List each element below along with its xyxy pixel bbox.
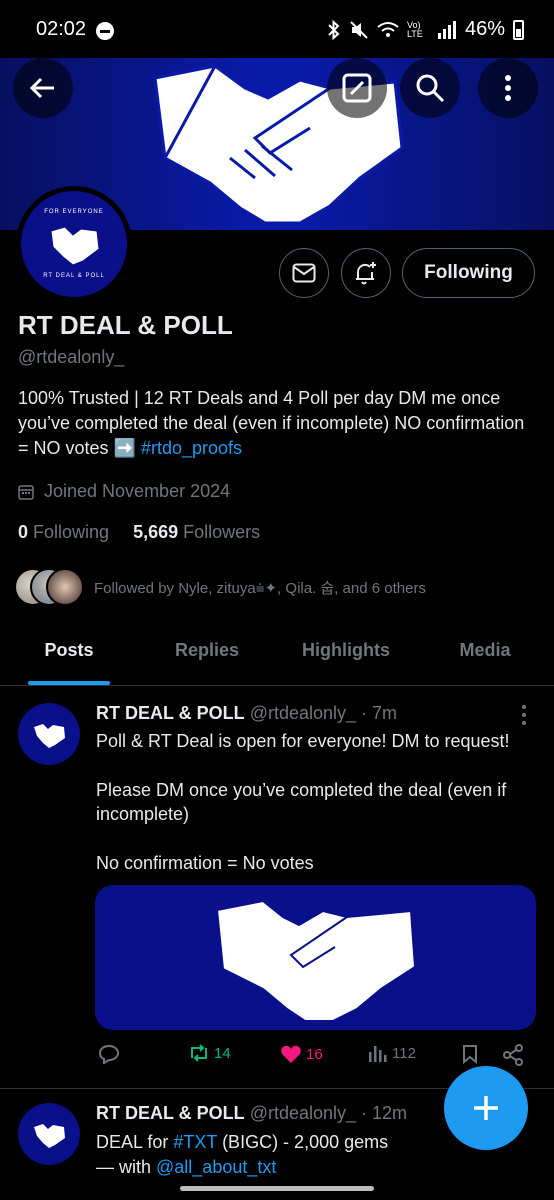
reply-button[interactable] bbox=[98, 1044, 120, 1064]
retweet-button[interactable]: 14 bbox=[188, 1044, 231, 1062]
share-icon bbox=[503, 1044, 523, 1066]
follow-stats: 0 Following 5,669 Followers bbox=[18, 522, 260, 543]
like-button[interactable]: 16 bbox=[280, 1044, 323, 1064]
bookmark-icon bbox=[463, 1045, 477, 1064]
edit-icon bbox=[342, 73, 372, 103]
heart-icon bbox=[281, 1045, 301, 1063]
post-meta: @rtdealonly_ · 7m bbox=[249, 703, 398, 723]
bio-text: 100% Trusted | 12 RT Deals and 4 Poll pe… bbox=[18, 388, 525, 458]
followers-count: 5,669 bbox=[133, 522, 179, 542]
post-meta: @rtdealonly_ · 12m bbox=[249, 1103, 408, 1123]
status-bar: 02:02 Vo) LTE 46% bbox=[0, 0, 554, 58]
avatar-bottom-text: RT DEAL & POLL bbox=[43, 273, 105, 279]
post-body: Poll & RT Deal is open for everyone! DM … bbox=[96, 729, 536, 875]
tab-replies[interactable]: Replies bbox=[138, 628, 276, 685]
battery-percent: 46% bbox=[464, 18, 505, 40]
post-text-line: Poll & RT Deal is open for everyone! DM … bbox=[96, 731, 510, 751]
more-options-button[interactable] bbox=[478, 58, 538, 118]
followed-by-row[interactable]: Followed by Nyle, zituya⩧✦, Qila. 숩, and… bbox=[14, 568, 426, 606]
back-arrow-icon bbox=[29, 77, 54, 99]
bookmark-button[interactable] bbox=[462, 1044, 478, 1064]
bell-plus-icon bbox=[356, 262, 376, 285]
following-stat[interactable]: 0 Following bbox=[18, 522, 109, 543]
status-time: 02:02 bbox=[36, 18, 87, 40]
post-text-line: No confirmation = No votes bbox=[96, 852, 314, 873]
post-author-name[interactable]: RT DEAL & POLL bbox=[96, 703, 245, 723]
mute-icon bbox=[350, 20, 368, 39]
following-count: 0 bbox=[18, 522, 29, 542]
tab-media[interactable]: Media bbox=[416, 628, 554, 685]
compose-button[interactable] bbox=[444, 1066, 528, 1150]
follower-avatars bbox=[14, 568, 84, 606]
status-icons: Vo) LTE 46% bbox=[327, 18, 524, 41]
joined-text: Joined November 2024 bbox=[44, 481, 231, 501]
handshake-icon bbox=[50, 226, 100, 266]
following-label: Following bbox=[33, 522, 110, 542]
share-button[interactable] bbox=[502, 1044, 524, 1066]
following-button[interactable]: Following bbox=[402, 248, 535, 298]
tab-highlights[interactable]: Highlights bbox=[276, 628, 416, 685]
retweet-icon bbox=[191, 1044, 207, 1062]
mention-link[interactable]: @all_about_txt bbox=[156, 1157, 276, 1177]
post-header: RT DEAL & POLL @rtdealonly_ · 12m bbox=[96, 1103, 407, 1124]
post-text-line: Please DM once you’ve completed the deal… bbox=[96, 779, 507, 825]
views-icon bbox=[369, 1046, 387, 1062]
reply-icon bbox=[98, 1044, 120, 1064]
profile-name: RT DEAL & POLL bbox=[18, 310, 233, 340]
hashtag-link[interactable]: #TXT bbox=[173, 1132, 217, 1152]
post-text-line: DEAL for #TXT (BIGC) - 2,000 gems bbox=[96, 1130, 436, 1155]
back-button[interactable] bbox=[13, 58, 73, 118]
plus-icon bbox=[474, 1096, 498, 1120]
message-button[interactable] bbox=[279, 248, 329, 298]
battery-icon bbox=[513, 19, 524, 40]
post-text-with: — with bbox=[96, 1156, 157, 1177]
profile-handle: @rtdealonly_ bbox=[18, 347, 125, 367]
dnd-icon bbox=[96, 22, 114, 40]
signal-icon bbox=[437, 20, 456, 39]
wifi-icon bbox=[377, 21, 399, 37]
post-header: RT DEAL & POLL @rtdealonly_ · 7m bbox=[96, 703, 397, 724]
profile-bio: 100% Trusted | 12 RT Deals and 4 Poll pe… bbox=[18, 386, 538, 461]
network-label: Vo) LTE bbox=[406, 19, 423, 39]
followers-stat[interactable]: 5,669 Followers bbox=[133, 522, 260, 543]
post-body: DEAL for #TXT (BIGC) - 2,000 gems — with… bbox=[96, 1130, 436, 1179]
post-more-icon[interactable] bbox=[521, 704, 527, 726]
post-text-line: — with @all_about_txt bbox=[96, 1155, 436, 1180]
search-icon bbox=[416, 74, 445, 103]
avatar bbox=[46, 568, 84, 606]
edit-button[interactable] bbox=[327, 58, 387, 118]
more-vertical-icon bbox=[505, 75, 511, 101]
joined-date: Joined November 2024 bbox=[18, 481, 230, 502]
post-text-mid: (BIGC) - 2,000 gems bbox=[217, 1132, 389, 1152]
handshake-icon bbox=[34, 1124, 65, 1148]
notifications-button[interactable] bbox=[341, 248, 391, 298]
home-indicator[interactable] bbox=[180, 1186, 374, 1191]
bio-hashtag-link[interactable]: #rtdo_proofs bbox=[141, 438, 242, 458]
like-count: 16 bbox=[306, 1045, 323, 1063]
post-avatar[interactable] bbox=[18, 1103, 80, 1165]
retweet-count: 14 bbox=[214, 1044, 231, 1062]
post-author-name[interactable]: RT DEAL & POLL bbox=[96, 1103, 245, 1123]
followers-label: Followers bbox=[183, 522, 261, 542]
profile-tabs: Posts Replies Highlights Media bbox=[0, 628, 554, 686]
post-text-prefix: DEAL for bbox=[96, 1132, 174, 1152]
views-button[interactable]: 112 bbox=[368, 1044, 416, 1062]
profile-avatar[interactable]: FOR EVERYONE RT DEAL & POLL bbox=[16, 186, 132, 302]
handshake-icon bbox=[215, 899, 417, 1022]
views-count: 112 bbox=[392, 1044, 416, 1062]
handshake-icon bbox=[34, 724, 65, 748]
calendar-icon bbox=[18, 484, 34, 500]
tab-posts[interactable]: Posts bbox=[0, 628, 138, 685]
bluetooth-icon bbox=[328, 19, 340, 40]
followed-by-text: Followed by Nyle, zituya⩧✦, Qila. 숩, and… bbox=[94, 579, 426, 597]
post-image[interactable] bbox=[95, 885, 536, 1030]
search-button[interactable] bbox=[400, 58, 460, 118]
post-avatar[interactable] bbox=[18, 703, 80, 765]
mail-icon bbox=[292, 263, 316, 283]
